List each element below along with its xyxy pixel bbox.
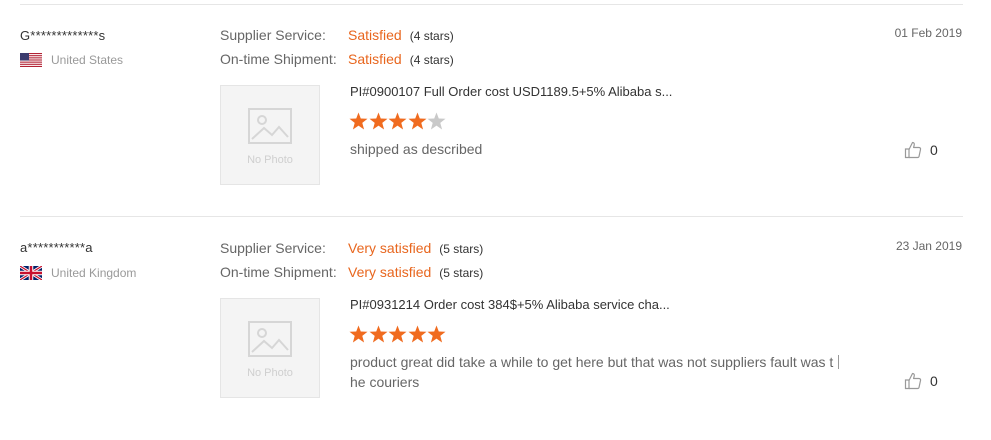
thumbs-up-icon bbox=[904, 141, 922, 159]
star-filled-icon bbox=[369, 112, 387, 130]
product-photo-placeholder[interactable]: No Photo bbox=[220, 298, 320, 398]
no-photo-label: No Photo bbox=[247, 367, 293, 379]
buyer-country: United Kingdom bbox=[20, 266, 136, 280]
rating-value: Very satisfied bbox=[348, 264, 432, 280]
review-item: a***********a United Kingdom Supplier Se… bbox=[0, 212, 991, 412]
review-comment: product great did take a while to get he… bbox=[350, 352, 850, 392]
star-filled-icon bbox=[349, 112, 368, 130]
rating-label: On-time Shipment: bbox=[220, 51, 337, 67]
buyer-country: United States bbox=[20, 53, 123, 67]
comment-line: product great did take a while to get he… bbox=[350, 352, 850, 372]
rating-value: Very satisfied bbox=[348, 240, 432, 256]
rating-label: Supplier Service: bbox=[220, 27, 326, 43]
review-item: G*************s United States Supplier S… bbox=[0, 0, 991, 200]
star-filled-icon bbox=[388, 112, 407, 130]
supplier-service-rating: Supplier Service: Very satisfied (5 star… bbox=[220, 240, 483, 256]
buyer-name: a***********a bbox=[20, 240, 93, 255]
helpful-count: 0 bbox=[930, 142, 938, 158]
comment-text: product great did take a while to get he… bbox=[350, 354, 834, 370]
rating-stars-text: (4 stars) bbox=[409, 53, 454, 67]
star-rating bbox=[349, 325, 447, 343]
helpful-button[interactable]: 0 bbox=[904, 372, 938, 390]
uk-flag-icon bbox=[20, 266, 42, 280]
ontime-shipment-rating: On-time Shipment: Very satisfied (5 star… bbox=[220, 264, 483, 280]
product-title-link[interactable]: PI#0931214 Order cost 384$+5% Alibaba se… bbox=[350, 297, 670, 312]
product-title-link[interactable]: PI#0900107 Full Order cost USD1189.5+5% … bbox=[350, 84, 672, 99]
helpful-button[interactable]: 0 bbox=[904, 141, 938, 159]
comment-line: he couriers bbox=[350, 374, 420, 390]
rating-value: Satisfied bbox=[348, 51, 402, 67]
star-rating bbox=[349, 112, 447, 130]
no-photo-label: No Photo bbox=[247, 154, 293, 166]
star-filled-icon bbox=[388, 325, 407, 343]
rating-label: On-time Shipment: bbox=[220, 264, 337, 280]
supplier-service-rating: Supplier Service: Satisfied (4 stars) bbox=[220, 27, 454, 43]
rating-stars-text: (5 stars) bbox=[439, 266, 484, 280]
star-filled-icon bbox=[427, 325, 446, 343]
rating-value: Satisfied bbox=[348, 27, 402, 43]
image-placeholder-icon bbox=[248, 108, 292, 144]
rating-stars-text: (4 stars) bbox=[409, 29, 454, 43]
star-filled-icon bbox=[349, 325, 368, 343]
rating-stars-text: (5 stars) bbox=[439, 242, 484, 256]
text-cursor bbox=[838, 355, 840, 369]
us-flag-icon bbox=[20, 53, 42, 67]
helpful-count: 0 bbox=[930, 373, 938, 389]
ontime-shipment-rating: On-time Shipment: Satisfied (4 stars) bbox=[220, 51, 454, 67]
image-placeholder-icon bbox=[248, 321, 292, 357]
star-filled-icon bbox=[369, 325, 387, 343]
star-filled-icon bbox=[408, 112, 426, 130]
thumbs-up-icon bbox=[904, 372, 922, 390]
star-filled-icon bbox=[408, 325, 426, 343]
review-date: 23 Jan 2019 bbox=[895, 239, 962, 253]
star-empty-icon bbox=[427, 112, 446, 130]
buyer-name: G*************s bbox=[20, 28, 106, 43]
product-photo-placeholder[interactable]: No Photo bbox=[220, 85, 320, 185]
review-comment: shipped as described bbox=[350, 141, 483, 157]
rating-label: Supplier Service: bbox=[220, 240, 326, 256]
country-name: United Kingdom bbox=[51, 266, 137, 280]
review-date: 01 Feb 2019 bbox=[894, 26, 962, 40]
country-name: United States bbox=[51, 53, 124, 67]
